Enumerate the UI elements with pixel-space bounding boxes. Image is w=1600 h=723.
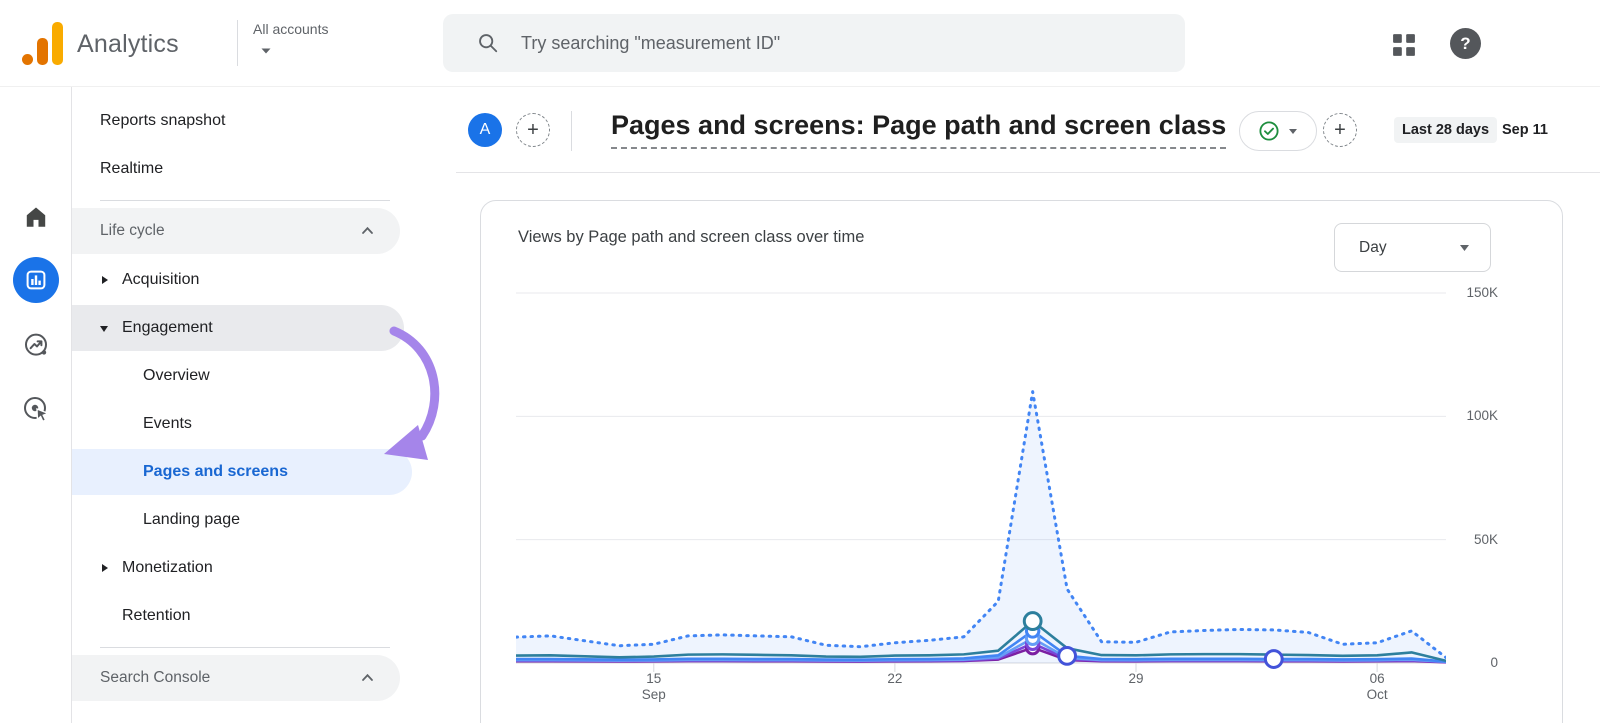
sidebar-item-label: Life cycle [100, 222, 165, 239]
brand-name: Analytics [77, 30, 179, 58]
check-circle-icon [1259, 121, 1279, 141]
sidebar-item-monetization[interactable]: Monetization [72, 544, 456, 592]
y-tick-label: 50K [1473, 531, 1498, 547]
sidebar-item-label: Events [143, 415, 192, 432]
y-tick-label: 100K [1466, 408, 1498, 424]
help-icon[interactable]: ? [1450, 28, 1481, 59]
sidebar-item-label: Engagement [122, 319, 213, 336]
y-tick-label: 150K [1466, 285, 1498, 300]
analytics-logo[interactable]: Analytics [22, 17, 179, 65]
sidebar-item-pages-and-screens[interactable]: Pages and screens [72, 449, 412, 495]
sidebar-item-reports-snapshot[interactable]: Reports snapshot [72, 97, 456, 145]
sidebar-item-retention[interactable]: Retention [72, 592, 456, 640]
property-avatar[interactable]: A [468, 113, 502, 147]
report-title[interactable]: Pages and screens: Page path and screen … [611, 110, 1227, 149]
sidebar-item-acquisition[interactable]: Acquisition [72, 256, 456, 304]
add-comparison-button[interactable]: + [516, 113, 550, 147]
report-nav-sidebar: Reports snapshot Realtime Life cycle Acquis… [72, 87, 456, 723]
sidebar-item-label: Monetization [122, 559, 213, 576]
status-caret-icon [1289, 128, 1297, 134]
advertising-icon[interactable] [0, 385, 72, 433]
report-status-pill[interactable] [1239, 111, 1317, 151]
expand-caret-icon[interactable] [86, 275, 122, 285]
anomaly-marker[interactable] [1263, 649, 1284, 669]
section-collapse-icon[interactable] [361, 222, 374, 240]
search-bar[interactable] [443, 14, 1185, 72]
logo-bar-mid [37, 38, 48, 65]
views-over-time-chart [516, 292, 1446, 672]
granularity-value: Day [1359, 238, 1387, 256]
x-tick-label: 15 Sep [641, 671, 666, 702]
sidebar-item-events[interactable]: Events [72, 400, 456, 448]
granularity-caret-icon [1460, 244, 1469, 251]
anomaly-marker[interactable] [1057, 645, 1078, 666]
sidebar-item-label: Pages and screens [143, 463, 288, 480]
sidebar-item-engagement[interactable]: Engagement [72, 305, 404, 351]
sidebar-item-search-console[interactable]: Search Console [72, 655, 400, 701]
search-input[interactable] [521, 32, 1141, 54]
search-icon [479, 34, 498, 53]
left-icon-rail [0, 87, 72, 723]
sidebar-item-life-cycle[interactable]: Life cycle [72, 208, 400, 254]
account-switcher[interactable]: All accounts [253, 21, 328, 37]
anomaly-marker[interactable] [1022, 611, 1043, 631]
header-divider [237, 20, 238, 66]
sidebar-item-label: Retention [122, 607, 191, 624]
y-tick-label: 0 [1490, 655, 1498, 670]
logo-dot [22, 54, 33, 65]
collapse-caret-icon[interactable] [86, 324, 122, 333]
sidebar-item-label: Overview [143, 367, 210, 384]
reports-icon[interactable] [13, 257, 59, 303]
sidebar-divider [100, 200, 390, 201]
app-header: Analytics All accounts ? [0, 0, 1600, 87]
explore-icon[interactable] [0, 321, 72, 369]
sidebar-item-label: Reports snapshot [100, 112, 226, 129]
sidebar-item-realtime[interactable]: Realtime [72, 145, 456, 193]
ga4-app: Analytics All accounts ? Reports snapsho… [0, 0, 1600, 723]
sidebar-item-overview[interactable]: Overview [72, 352, 456, 400]
chart-card: Views by Page path and screen class over… [480, 200, 1563, 723]
date-range-start[interactable]: Sep 11 [1502, 122, 1548, 138]
sidebar-item-label: Acquisition [122, 271, 200, 288]
chart-title: Views by Page path and screen class over… [518, 228, 865, 246]
sidebar-item-label: Search Console [100, 669, 211, 686]
help-glyph: ? [1460, 33, 1471, 53]
logo-bar-tall [52, 22, 63, 65]
x-tick-label: 06 Oct [1366, 671, 1388, 702]
add-report-button[interactable]: + [1323, 113, 1357, 147]
content-divider [450, 172, 1600, 173]
x-tick-label: 29 [1128, 671, 1144, 686]
sidebar-item-label: Realtime [100, 160, 164, 177]
total-area-fill [516, 391, 1446, 663]
sidebar-item-label: Landing page [143, 511, 240, 528]
date-range-selector[interactable]: Last 28 days [1394, 117, 1498, 143]
report-bar-divider [571, 111, 572, 151]
apps-grid-icon[interactable] [1392, 33, 1416, 57]
section-collapse-icon[interactable] [361, 669, 374, 687]
granularity-select[interactable]: Day [1334, 223, 1491, 272]
sidebar-item-landing-page[interactable]: Landing page [72, 496, 456, 544]
account-caret-icon[interactable] [260, 47, 272, 55]
expand-caret-icon[interactable] [86, 563, 122, 573]
sidebar-divider [100, 647, 390, 648]
x-tick-label: 22 [887, 671, 903, 686]
home-icon[interactable] [0, 193, 72, 241]
series-total-dotted [516, 390, 1446, 660]
